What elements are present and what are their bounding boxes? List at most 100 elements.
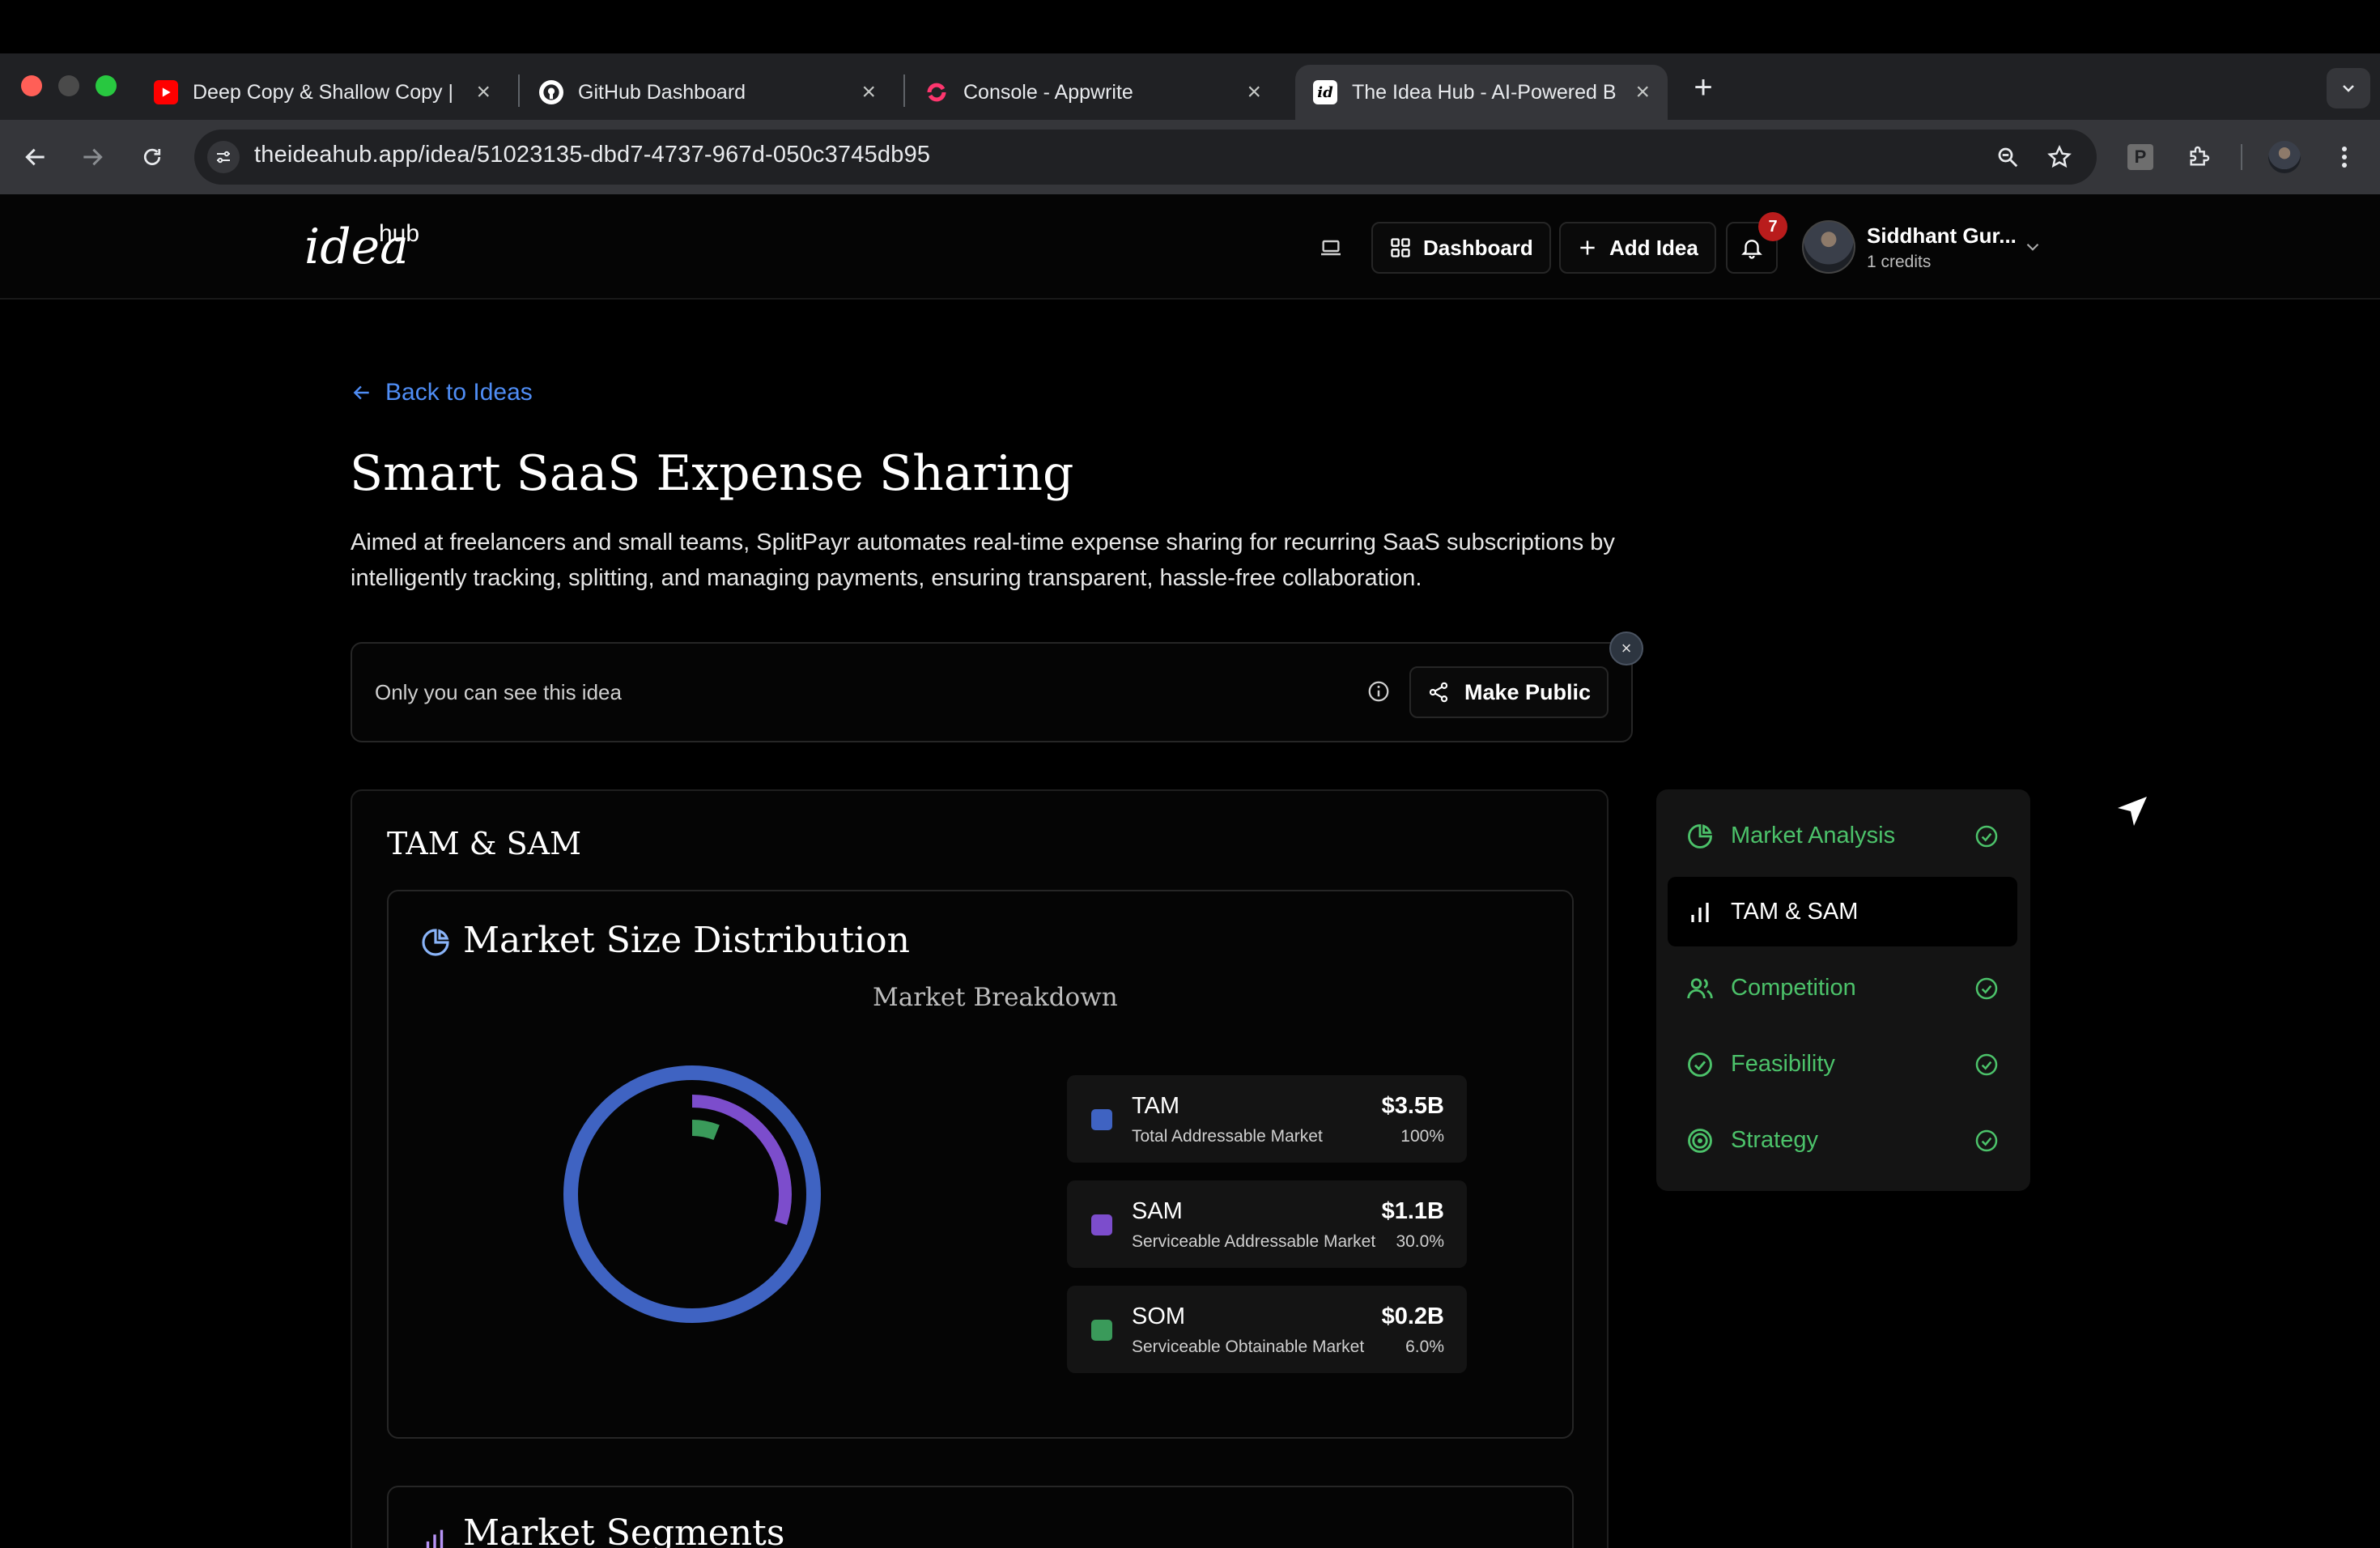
nav-label: Market Analysis xyxy=(1731,823,1896,848)
close-icon[interactable]: × xyxy=(861,79,876,106)
make-public-label: Make Public xyxy=(1464,679,1592,704)
nav-competition[interactable]: Competition xyxy=(1668,953,2017,1023)
section-title: TAM & SAM xyxy=(387,826,581,861)
nav-tam-sam[interactable]: TAM & SAM xyxy=(1668,877,2017,946)
close-icon[interactable]: × xyxy=(1635,79,1650,106)
reload-icon[interactable] xyxy=(134,139,170,175)
legend-percent: 30.0% xyxy=(1396,1232,1444,1251)
legend-description: Serviceable Addressable Market xyxy=(1132,1232,1376,1251)
nav-strategy[interactable]: Strategy xyxy=(1668,1105,2017,1175)
arrow-left-icon xyxy=(353,385,369,400)
window-minimize-button[interactable] xyxy=(58,75,79,96)
extension-p-icon[interactable]: P xyxy=(2123,139,2158,175)
share-icon xyxy=(1429,682,1448,703)
check-circle-icon xyxy=(1974,1128,2000,1154)
bookmark-star-icon[interactable] xyxy=(2042,139,2077,175)
legend-value: $3.5B xyxy=(1381,1093,1444,1119)
make-public-button[interactable]: Make Public xyxy=(1409,666,1609,718)
back-to-ideas-link[interactable]: Back to Ideas xyxy=(351,379,533,406)
extensions-puzzle-icon[interactable] xyxy=(2181,139,2216,175)
toolbar-separator xyxy=(2241,144,2242,170)
window-close-button[interactable] xyxy=(21,75,42,96)
pie-chart-icon xyxy=(419,926,452,959)
browser-tab-ideahub[interactable]: id The Idea Hub - AI-Powered B × xyxy=(1295,65,1668,120)
nav-label: Feasibility xyxy=(1731,1051,1835,1077)
page-title: Smart SaaS Expense Sharing xyxy=(350,445,1074,502)
tab-separator xyxy=(518,74,520,107)
legend-swatch xyxy=(1091,1109,1112,1130)
market-card-title: Market Size Distribution xyxy=(463,920,910,961)
idea-description: Aimed at freelancers and small teams, Sp… xyxy=(351,529,1615,591)
nav-label: TAM & SAM xyxy=(1731,899,1859,925)
market-donut-chart xyxy=(563,1065,821,1323)
github-icon xyxy=(539,80,563,104)
donut-ring-tam xyxy=(563,1065,821,1323)
forward-arrow-icon[interactable] xyxy=(74,139,110,175)
visibility-text: Only you can see this idea xyxy=(375,680,622,704)
check-circle-icon xyxy=(1685,1050,1715,1079)
dashboard-label: Dashboard xyxy=(1423,235,1533,260)
window-zoom-button[interactable] xyxy=(96,75,117,96)
youtube-icon xyxy=(154,80,178,104)
url-text[interactable]: theideahub.app/idea/51023135-dbd7-4737-9… xyxy=(254,142,930,168)
notification-badge: 7 xyxy=(1758,212,1787,241)
legend-description: Total Addressable Market xyxy=(1132,1127,1323,1146)
browser-tab-appwrite[interactable]: Console - Appwrite × xyxy=(907,65,1279,120)
nav-feasibility[interactable]: Feasibility xyxy=(1668,1029,2017,1099)
legend-name: SAM xyxy=(1132,1198,1183,1224)
legend-row-tam: TAM Total Addressable Market $3.5B 100% xyxy=(1067,1075,1467,1163)
close-icon[interactable]: × xyxy=(1247,79,1261,106)
ideahub-icon: id xyxy=(1313,80,1337,104)
legend-percent: 100% xyxy=(1400,1127,1444,1146)
bell-icon xyxy=(1741,240,1762,259)
nav-label: Strategy xyxy=(1731,1127,1818,1153)
tab-title: Console - Appwrite xyxy=(963,80,1133,104)
laptop-icon[interactable] xyxy=(1318,235,1344,261)
kebab-menu-icon[interactable] xyxy=(2327,139,2362,175)
legend-swatch xyxy=(1091,1214,1112,1235)
add-idea-button[interactable]: Add Idea xyxy=(1559,222,1716,274)
nav-market-analysis[interactable]: Market Analysis xyxy=(1668,801,2017,870)
bar-chart-icon xyxy=(421,1525,448,1548)
tab-separator xyxy=(903,74,905,107)
pie-chart-icon xyxy=(1685,822,1715,851)
legend-description: Serviceable Obtainable Market xyxy=(1132,1337,1365,1356)
users-icon xyxy=(1685,974,1715,1003)
back-arrow-icon[interactable] xyxy=(18,139,53,175)
bar-chart-icon xyxy=(1685,898,1715,927)
back-label: Back to Ideas xyxy=(385,379,533,406)
profile-avatar[interactable] xyxy=(2267,139,2302,175)
legend-value: $1.1B xyxy=(1381,1198,1444,1224)
info-icon[interactable] xyxy=(1366,679,1391,704)
legend-name: TAM xyxy=(1132,1093,1180,1119)
tab-title: GitHub Dashboard xyxy=(578,80,746,104)
check-circle-icon xyxy=(1974,1052,2000,1078)
new-tab-button[interactable]: + xyxy=(1684,68,1723,107)
dashboard-button[interactable]: Dashboard xyxy=(1371,222,1551,274)
mouse-cursor-icon xyxy=(2118,797,2147,826)
close-icon[interactable]: × xyxy=(476,79,491,106)
tab-search-button[interactable] xyxy=(2327,68,2370,108)
check-circle-icon xyxy=(1974,976,2000,1002)
nav-label: Competition xyxy=(1731,975,1856,1001)
tab-title: The Idea Hub - AI-Powered B xyxy=(1352,80,1617,104)
zoom-icon[interactable] xyxy=(1990,139,2025,175)
user-name[interactable]: Siddhant Gur... xyxy=(1867,223,2017,249)
legend-swatch xyxy=(1091,1320,1112,1341)
appwrite-icon xyxy=(924,80,949,104)
chart-title: Market Breakdown xyxy=(873,983,1118,1012)
check-circle-icon xyxy=(1974,823,2000,849)
legend-row-sam: SAM Serviceable Addressable Market $1.1B… xyxy=(1067,1180,1467,1268)
donut-ring-som xyxy=(691,1120,720,1141)
site-settings-icon[interactable] xyxy=(207,141,240,173)
grid-icon xyxy=(1391,238,1410,257)
plus-icon xyxy=(1580,240,1595,255)
add-idea-label: Add Idea xyxy=(1609,235,1698,260)
tab-title: Deep Copy & Shallow Copy | xyxy=(193,80,453,104)
screen-top-strip xyxy=(0,0,2380,53)
close-icon[interactable]: × xyxy=(1609,632,1643,666)
chevron-down-icon[interactable] xyxy=(2022,236,2043,262)
browser-tab-github[interactable]: GitHub Dashboard × xyxy=(521,65,894,120)
avatar[interactable] xyxy=(1802,220,1855,274)
browser-tab-youtube[interactable]: Deep Copy & Shallow Copy | × xyxy=(136,65,508,120)
